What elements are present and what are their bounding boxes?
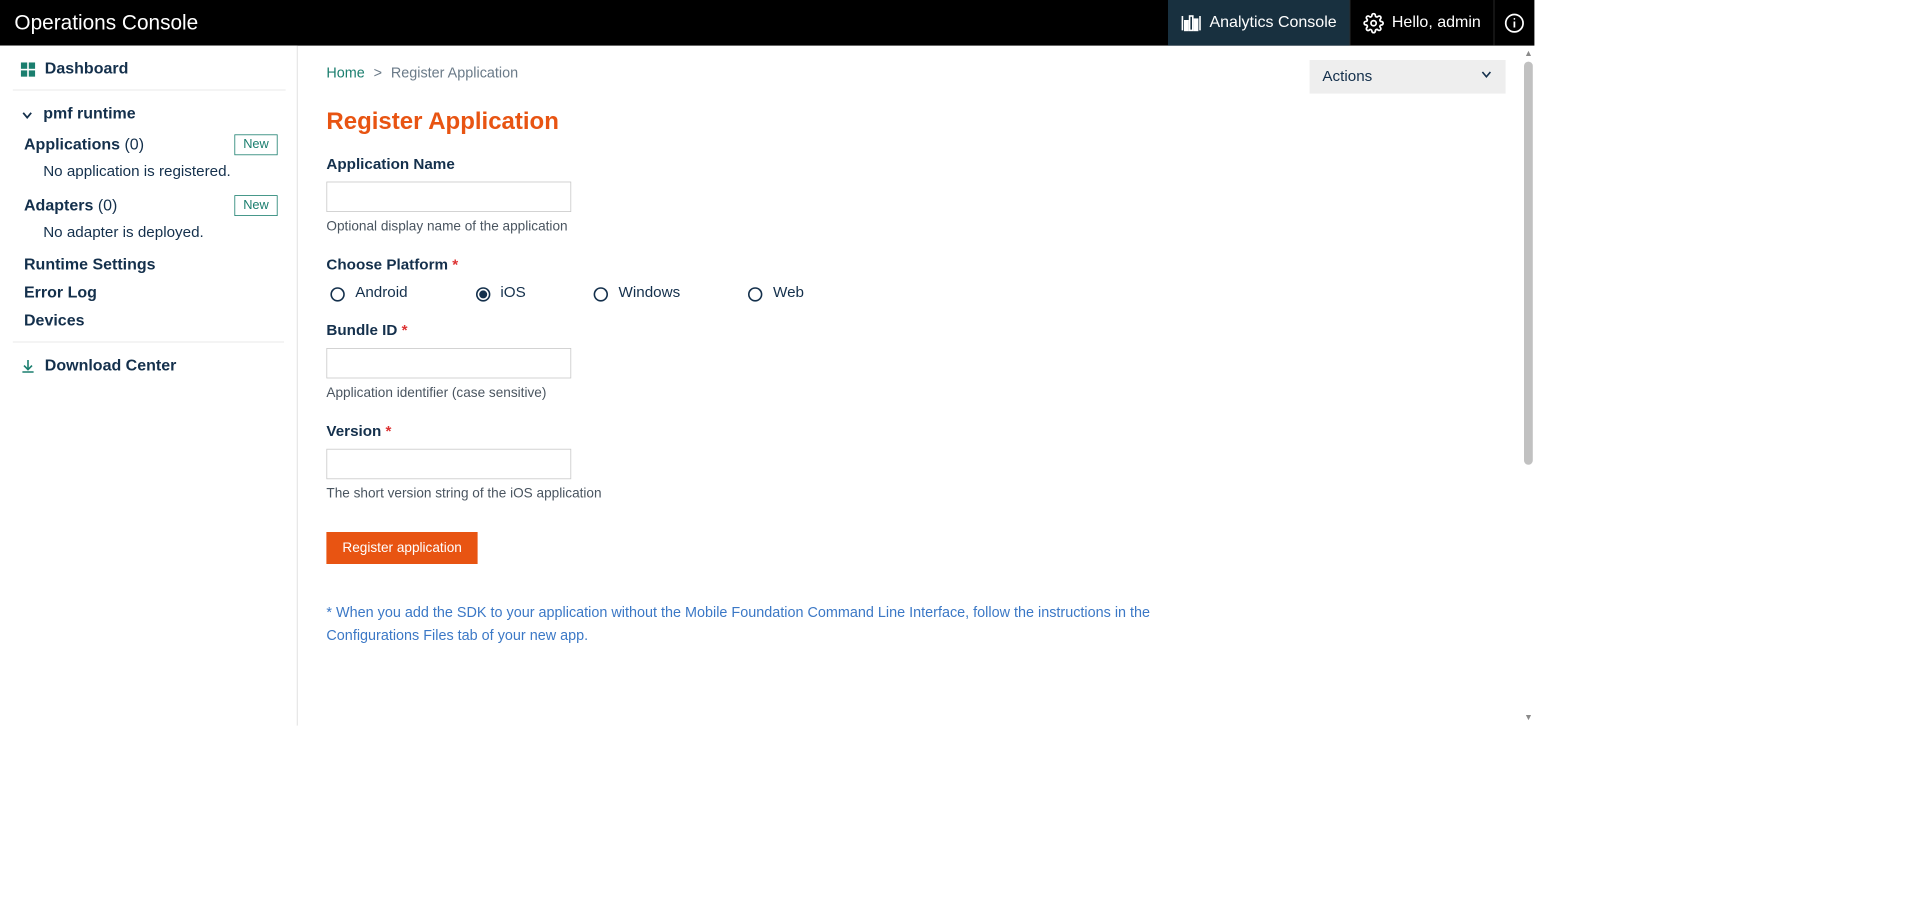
platform-label-web: Web bbox=[773, 284, 804, 302]
sidebar-item-dashboard[interactable]: Dashboard bbox=[13, 49, 286, 91]
sidebar-item-runtime-settings[interactable]: Runtime Settings bbox=[0, 251, 297, 279]
info-button[interactable] bbox=[1494, 0, 1535, 46]
new-adapter-button[interactable]: New bbox=[234, 195, 277, 216]
actions-dropdown-label: Actions bbox=[1322, 68, 1372, 86]
info-icon bbox=[1504, 12, 1525, 33]
version-help: The short version string of the iOS appl… bbox=[326, 486, 1505, 502]
analytics-console-link[interactable]: Analytics Console bbox=[1168, 0, 1350, 46]
adapters-count: (0) bbox=[98, 196, 118, 214]
platform-radio-group: Android iOS Windows Web bbox=[326, 284, 1505, 302]
sidebar-runtime-label: pmf runtime bbox=[43, 105, 135, 123]
scroll-arrow-down-icon[interactable]: ▼ bbox=[1524, 713, 1533, 723]
applications-label: Applications bbox=[24, 136, 120, 154]
scroll-arrow-up-icon[interactable]: ▲ bbox=[1524, 49, 1533, 59]
app-title: Operations Console bbox=[0, 0, 1168, 46]
user-menu[interactable]: Hello, admin bbox=[1349, 0, 1493, 46]
version-label: Version * bbox=[326, 423, 1505, 441]
applications-empty-text: No application is registered. bbox=[0, 160, 297, 190]
breadcrumb-home-link[interactable]: Home bbox=[326, 65, 364, 81]
platform-radio-ios[interactable] bbox=[476, 287, 490, 301]
analytics-icon bbox=[1181, 14, 1202, 32]
error-log-label: Error Log bbox=[24, 284, 97, 302]
platform-label-ios: iOS bbox=[500, 284, 525, 302]
sidebar-item-error-log[interactable]: Error Log bbox=[0, 279, 297, 307]
bundle-id-label: Bundle ID * bbox=[326, 322, 1505, 340]
footnote-text: * When you add the SDK to your applicati… bbox=[326, 601, 1198, 647]
runtime-settings-label: Runtime Settings bbox=[24, 256, 156, 274]
platform-option-web[interactable]: Web bbox=[744, 284, 804, 302]
sidebar-item-devices[interactable]: Devices bbox=[0, 307, 297, 335]
platform-radio-windows[interactable] bbox=[594, 287, 608, 301]
gear-icon bbox=[1363, 12, 1384, 33]
platform-label-windows: Windows bbox=[619, 284, 681, 302]
download-center-label: Download Center bbox=[45, 357, 177, 375]
main-content: Home > Register Application Actions Regi… bbox=[298, 46, 1535, 726]
dashboard-icon bbox=[21, 62, 35, 76]
top-header: Operations Console Analytics Console bbox=[0, 0, 1534, 46]
platform-label-android: Android bbox=[355, 284, 407, 302]
version-input[interactable] bbox=[326, 449, 571, 479]
platform-label: Choose Platform * bbox=[326, 257, 1505, 275]
page-title: Register Application bbox=[326, 108, 1505, 135]
sidebar: Dashboard pmf runtime Applications (0) N… bbox=[0, 46, 298, 726]
platform-option-windows[interactable]: Windows bbox=[590, 284, 680, 302]
sidebar-divider bbox=[13, 342, 284, 343]
new-application-button[interactable]: New bbox=[234, 134, 277, 155]
platform-option-android[interactable]: Android bbox=[326, 284, 407, 302]
platform-option-ios[interactable]: iOS bbox=[472, 284, 526, 302]
sidebar-item-adapters[interactable]: Adapters (0) New bbox=[0, 190, 297, 220]
register-application-button[interactable]: Register application bbox=[326, 532, 477, 564]
platform-radio-android[interactable] bbox=[330, 287, 344, 301]
adapters-empty-text: No adapter is deployed. bbox=[0, 221, 297, 251]
devices-label: Devices bbox=[24, 312, 85, 330]
header-right: Analytics Console Hello, admin bbox=[1168, 0, 1535, 46]
applications-count: (0) bbox=[124, 136, 144, 154]
breadcrumb: Home > Register Application bbox=[326, 60, 518, 82]
platform-radio-web[interactable] bbox=[748, 287, 762, 301]
chevron-down-icon bbox=[1480, 68, 1493, 86]
sidebar-dashboard-label: Dashboard bbox=[45, 60, 129, 78]
bundle-id-help: Application identifier (case sensitive) bbox=[326, 385, 1505, 401]
app-name-label: Application Name bbox=[326, 156, 1505, 174]
breadcrumb-current: Register Application bbox=[391, 65, 518, 81]
chevron-down-icon bbox=[21, 108, 34, 121]
sidebar-item-download-center[interactable]: Download Center bbox=[0, 349, 297, 383]
bundle-id-input[interactable] bbox=[326, 348, 571, 378]
analytics-console-label: Analytics Console bbox=[1209, 14, 1336, 32]
sidebar-item-applications[interactable]: Applications (0) New bbox=[0, 130, 297, 160]
user-greeting: Hello, admin bbox=[1392, 14, 1481, 32]
actions-dropdown[interactable]: Actions bbox=[1310, 60, 1506, 94]
breadcrumb-separator: > bbox=[374, 65, 382, 81]
sidebar-item-runtime[interactable]: pmf runtime bbox=[0, 90, 297, 129]
download-icon bbox=[21, 359, 35, 373]
app-name-input[interactable] bbox=[326, 182, 571, 212]
scrollbar-thumb[interactable] bbox=[1524, 62, 1533, 465]
adapters-label: Adapters bbox=[24, 196, 93, 214]
app-name-help: Optional display name of the application bbox=[326, 218, 1505, 234]
